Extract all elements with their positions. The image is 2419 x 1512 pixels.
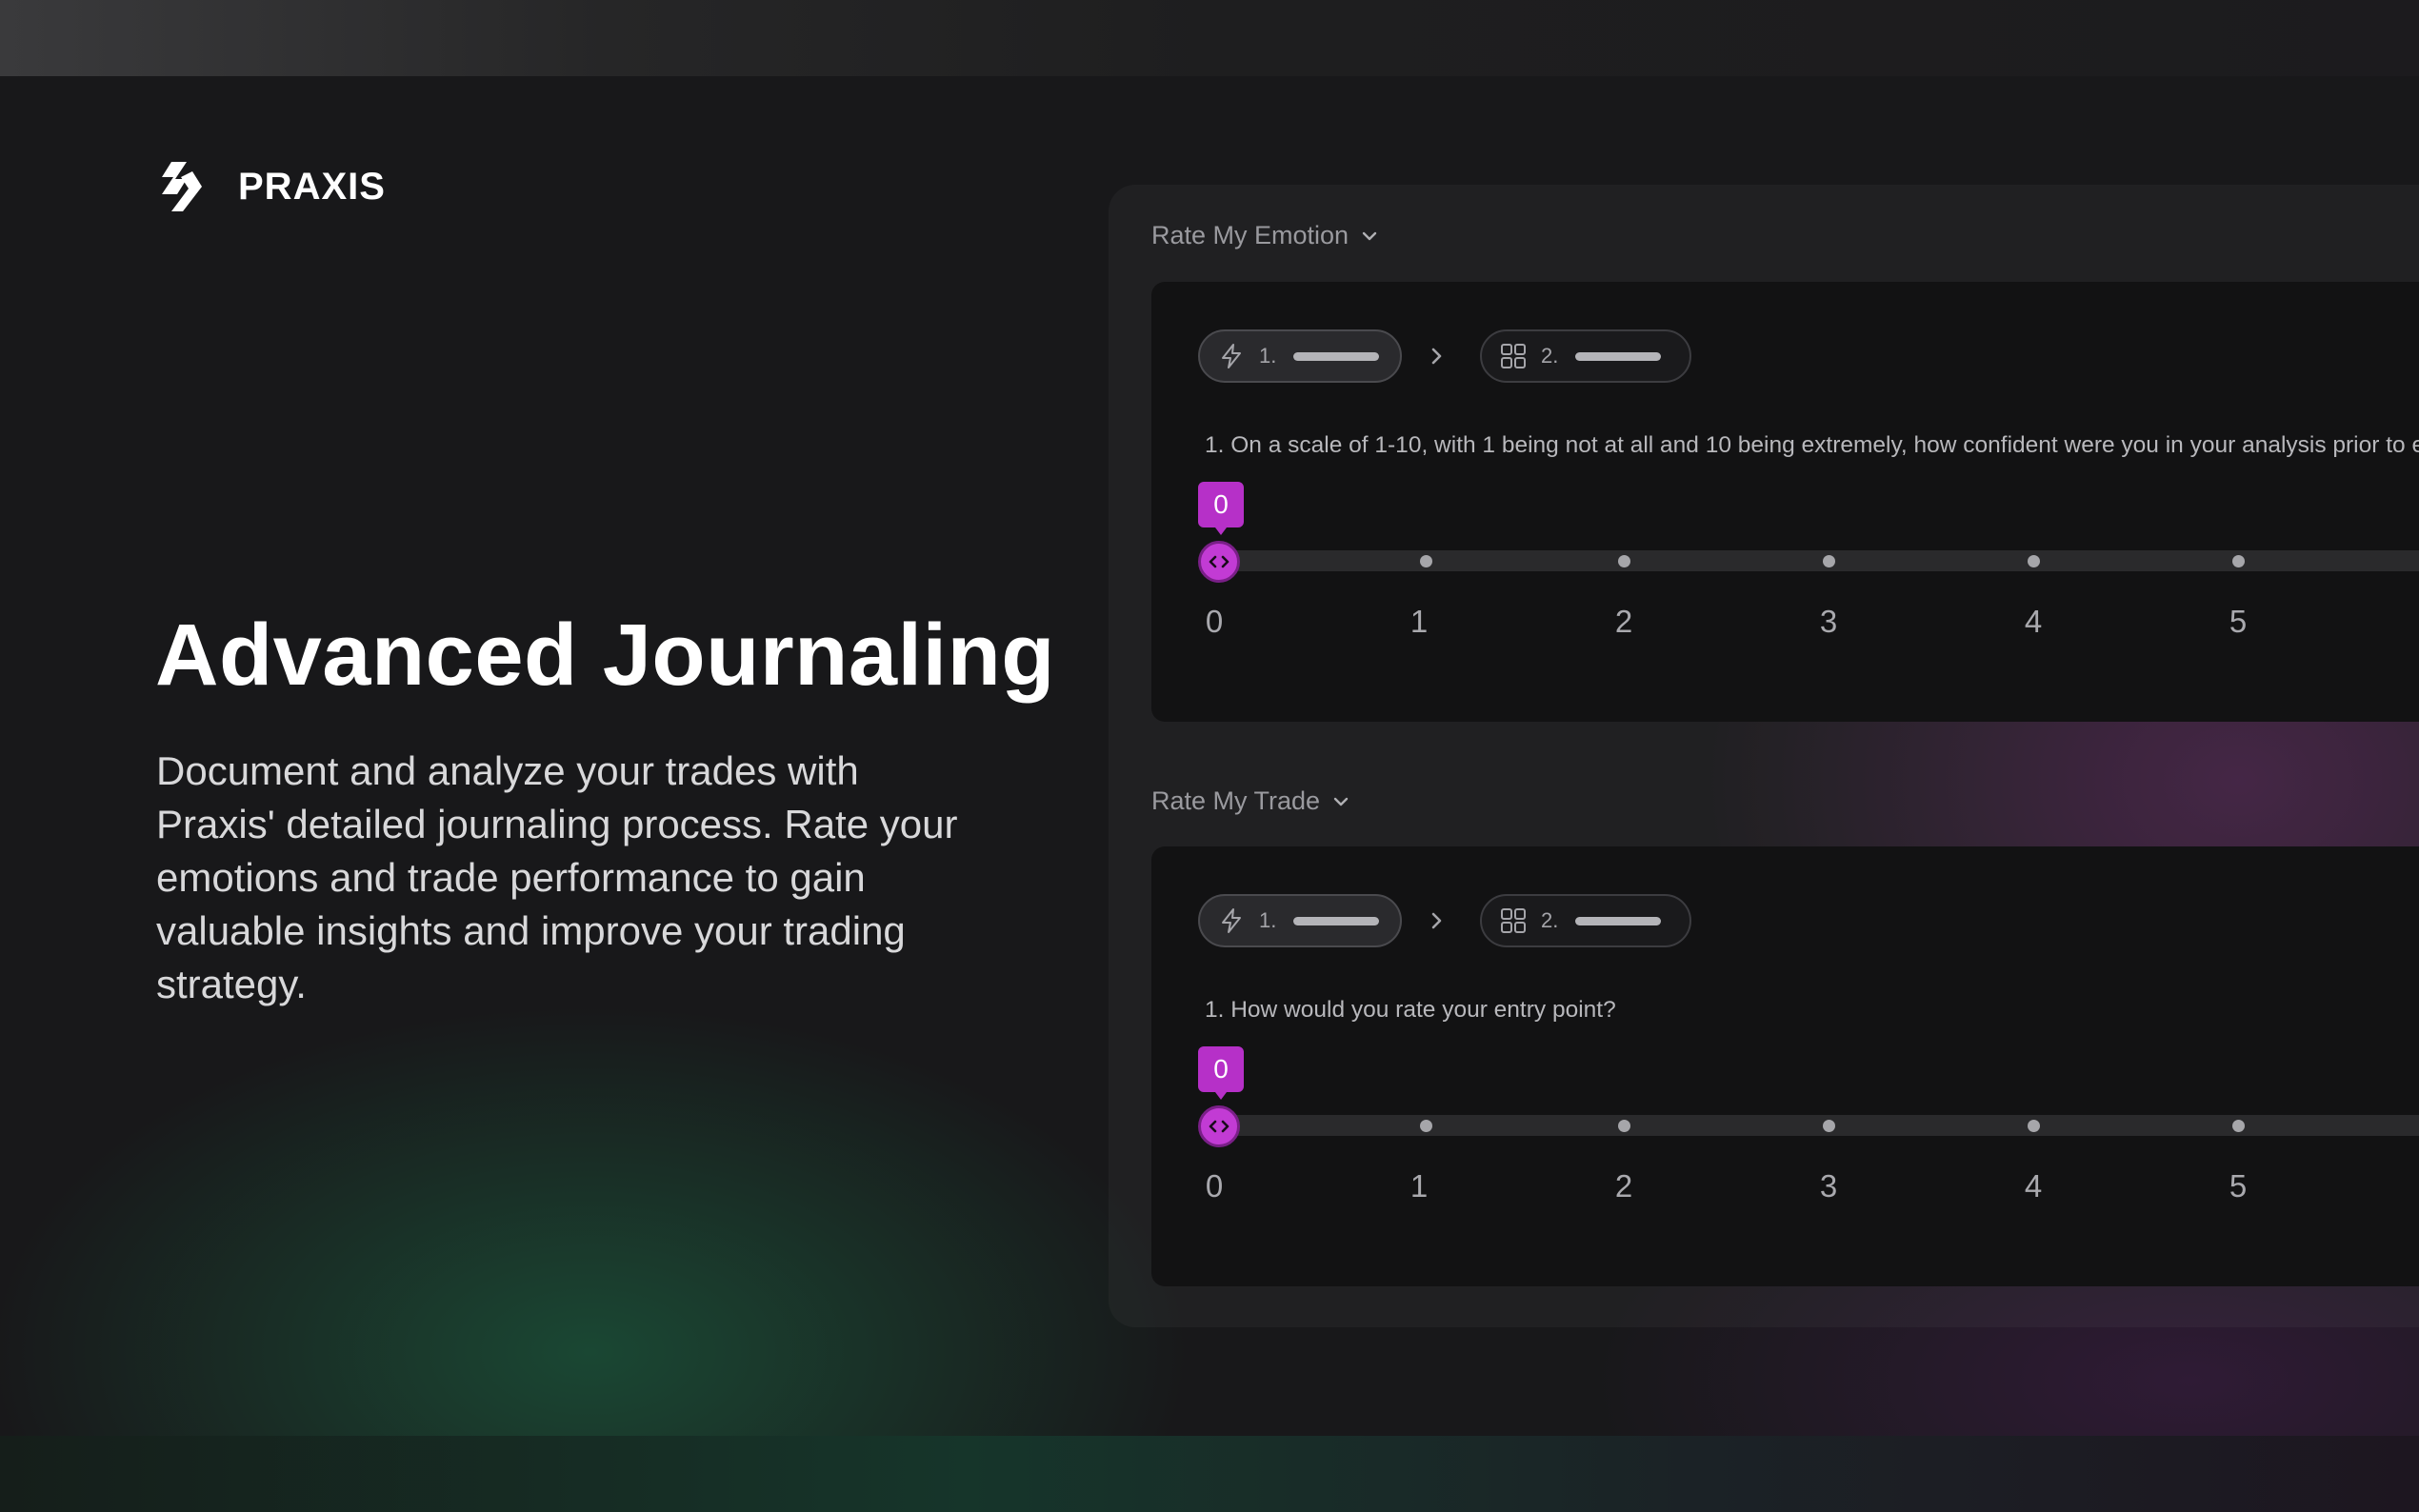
slider-tick-label: 0 [1205,1168,1224,1204]
page-background: PRAXIS Advanced Journaling Document and … [0,0,2419,1512]
brand[interactable]: PRAXIS [154,160,386,213]
slider-dot [2232,1120,2245,1132]
question-text: 1. On a scale of 1-10, with 1 being not … [1205,432,2419,458]
step-label: 2. [1541,344,1559,368]
step-progress-bar [1575,351,1662,361]
question-text: 1. How would you rate your entry point? [1205,997,1616,1023]
slider-tick-label: 0 [1205,604,1224,639]
slider-dot [1420,1120,1432,1132]
chevron-right-icon [1431,348,1442,365]
slider-dot [2028,1120,2040,1132]
hero-description: Document and analyze your trades with Pr… [156,748,958,1006]
grid-icon [1501,344,1526,368]
slider-value-bubble: 0 [1198,1046,1244,1100]
slider-dot [1823,1120,1835,1132]
grid-icon [1501,908,1526,933]
slider-tick-label: 3 [1819,604,1838,639]
rating-card-trade: 1. 2. 1. How would you rate your entry p… [1151,846,2419,1286]
drag-arrows-icon [1209,555,1229,568]
slider-dot [1420,555,1432,567]
chevron-down-icon [1362,231,1377,240]
chevron-right-icon [1431,912,1442,929]
bottom-bar [0,1436,2419,1512]
step-pill-2[interactable]: 2. [1480,329,1691,383]
top-bar [0,0,2419,76]
slider-thumb[interactable] [1198,1105,1240,1147]
slider-dot [2028,555,2040,567]
slider-dot [1618,1120,1630,1132]
praxis-logo-icon [162,162,202,211]
slider-tick-label: 2 [1614,1168,1633,1204]
slider-tick-label: 2 [1614,604,1633,639]
section-header-label: Rate My Trade [1151,786,1321,815]
section-header-emotion[interactable]: Rate My Emotion [1151,221,1379,250]
slider-dot [1823,555,1835,567]
step-pill-2[interactable]: 2. [1480,894,1691,947]
chevron-down-icon [1333,797,1349,806]
drag-arrows-icon [1209,1120,1229,1133]
brand-name: PRAXIS [238,165,386,208]
slider-tick-label: 4 [2024,1168,2043,1204]
step-progress-bar [1575,916,1662,925]
step-progress-bar [1293,351,1380,361]
slider-dot [1618,555,1630,567]
slider-value-bubble: 0 [1198,482,1244,535]
lightning-icon [1222,344,1241,368]
rating-card-emotion: 1. 2. 1. On a scale of 1-10, with 1 bein… [1151,282,2419,722]
step-label: 2. [1541,908,1559,932]
slider-tick-label: 3 [1819,1168,1838,1204]
step-label: 1. [1259,908,1277,932]
section-header-label: Rate My Emotion [1151,221,1349,249]
slider-thumb[interactable] [1198,541,1240,583]
step-pill-1[interactable]: 1. [1198,329,1402,383]
section-header-trade[interactable]: Rate My Trade [1151,786,1350,816]
slider-tick-label: 1 [1409,604,1429,639]
step-label: 1. [1259,344,1277,368]
step-progress-bar [1293,916,1380,925]
slider-tick-label: 5 [2229,1168,2248,1204]
slider-tick-label: 1 [1409,1168,1429,1204]
lightning-icon [1222,908,1241,933]
slider-tick-label: 4 [2024,604,2043,639]
slider-tick-label: 5 [2229,604,2248,639]
hero-title: Advanced Journaling [155,607,1055,704]
step-pill-1[interactable]: 1. [1198,894,1402,947]
slider-dot [2232,555,2245,567]
